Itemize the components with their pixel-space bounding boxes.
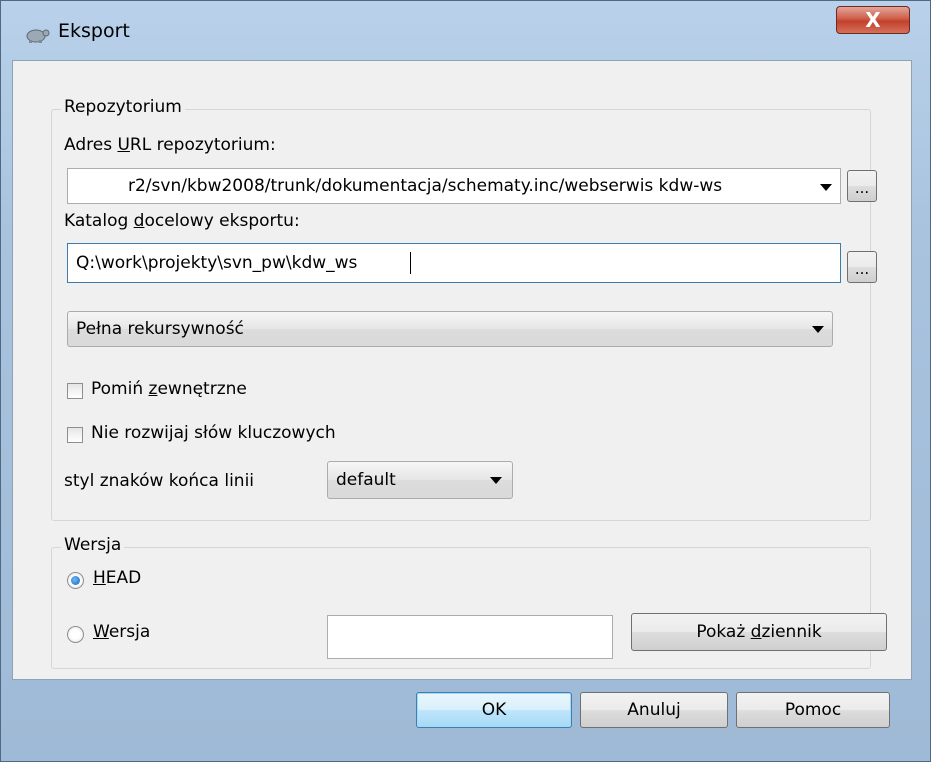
url-value: r2/svn/kbw2008/trunk/dokumentacja/schema…: [128, 176, 723, 196]
revision-legend: Wersja: [61, 535, 125, 555]
browse-url-button[interactable]: ...: [847, 170, 877, 202]
window-title: Eksport: [58, 20, 130, 42]
show-log-button[interactable]: Pokaż dziennik: [631, 613, 887, 651]
revision-radio[interactable]: [67, 626, 84, 643]
head-label[interactable]: HEAD: [93, 568, 141, 588]
eol-style-value: default: [336, 470, 396, 490]
close-button[interactable]: X: [836, 6, 910, 34]
eol-style-label: styl znaków końca linii: [64, 471, 255, 491]
revision-input[interactable]: [327, 615, 613, 659]
depth-dropdown[interactable]: Pełna rekursywność: [67, 311, 833, 347]
browse-target-button[interactable]: ...: [847, 251, 877, 283]
no-keywords-label[interactable]: Nie rozwijaj słów kluczowych: [91, 423, 336, 443]
chevron-down-icon: [490, 477, 502, 484]
text-caret: [410, 252, 411, 274]
omit-externals-label[interactable]: Pomiń zewnętrzne: [91, 379, 247, 399]
chevron-down-icon: [820, 184, 832, 191]
eol-style-dropdown[interactable]: default: [327, 461, 513, 499]
target-dir-value: Q:\work\projekty\svn_pw\kdw_ws: [76, 253, 358, 273]
revision-label[interactable]: Wersja: [93, 622, 150, 642]
target-dir-label: Katalog docelowy eksportu:: [64, 211, 300, 231]
head-radio[interactable]: [67, 572, 84, 589]
ok-button[interactable]: OK: [416, 692, 572, 728]
dialog-body: Repozytorium Adres URL repozytorium: r2/…: [12, 60, 912, 680]
repository-legend: Repozytorium: [61, 97, 185, 117]
close-icon: X: [865, 8, 881, 32]
export-dialog: Eksport X Repozytorium Adres URL repozyt…: [0, 0, 931, 762]
target-dir-input[interactable]: Q:\work\projekty\svn_pw\kdw_ws: [67, 243, 841, 283]
url-label: Adres URL repozytorium:: [64, 135, 276, 155]
chevron-down-icon: [812, 326, 824, 333]
url-combobox[interactable]: r2/svn/kbw2008/trunk/dokumentacja/schema…: [67, 168, 841, 204]
help-button[interactable]: Pomoc: [736, 692, 890, 728]
depth-value: Pełna rekursywność: [76, 319, 244, 339]
cancel-button[interactable]: Anuluj: [580, 692, 728, 728]
tortoise-icon: [26, 29, 50, 43]
dialog-footer: OK Anuluj Pomoc: [12, 680, 912, 742]
no-keywords-checkbox[interactable]: [67, 427, 83, 443]
omit-externals-checkbox[interactable]: [67, 383, 83, 399]
title-bar[interactable]: Eksport X: [0, 0, 931, 60]
